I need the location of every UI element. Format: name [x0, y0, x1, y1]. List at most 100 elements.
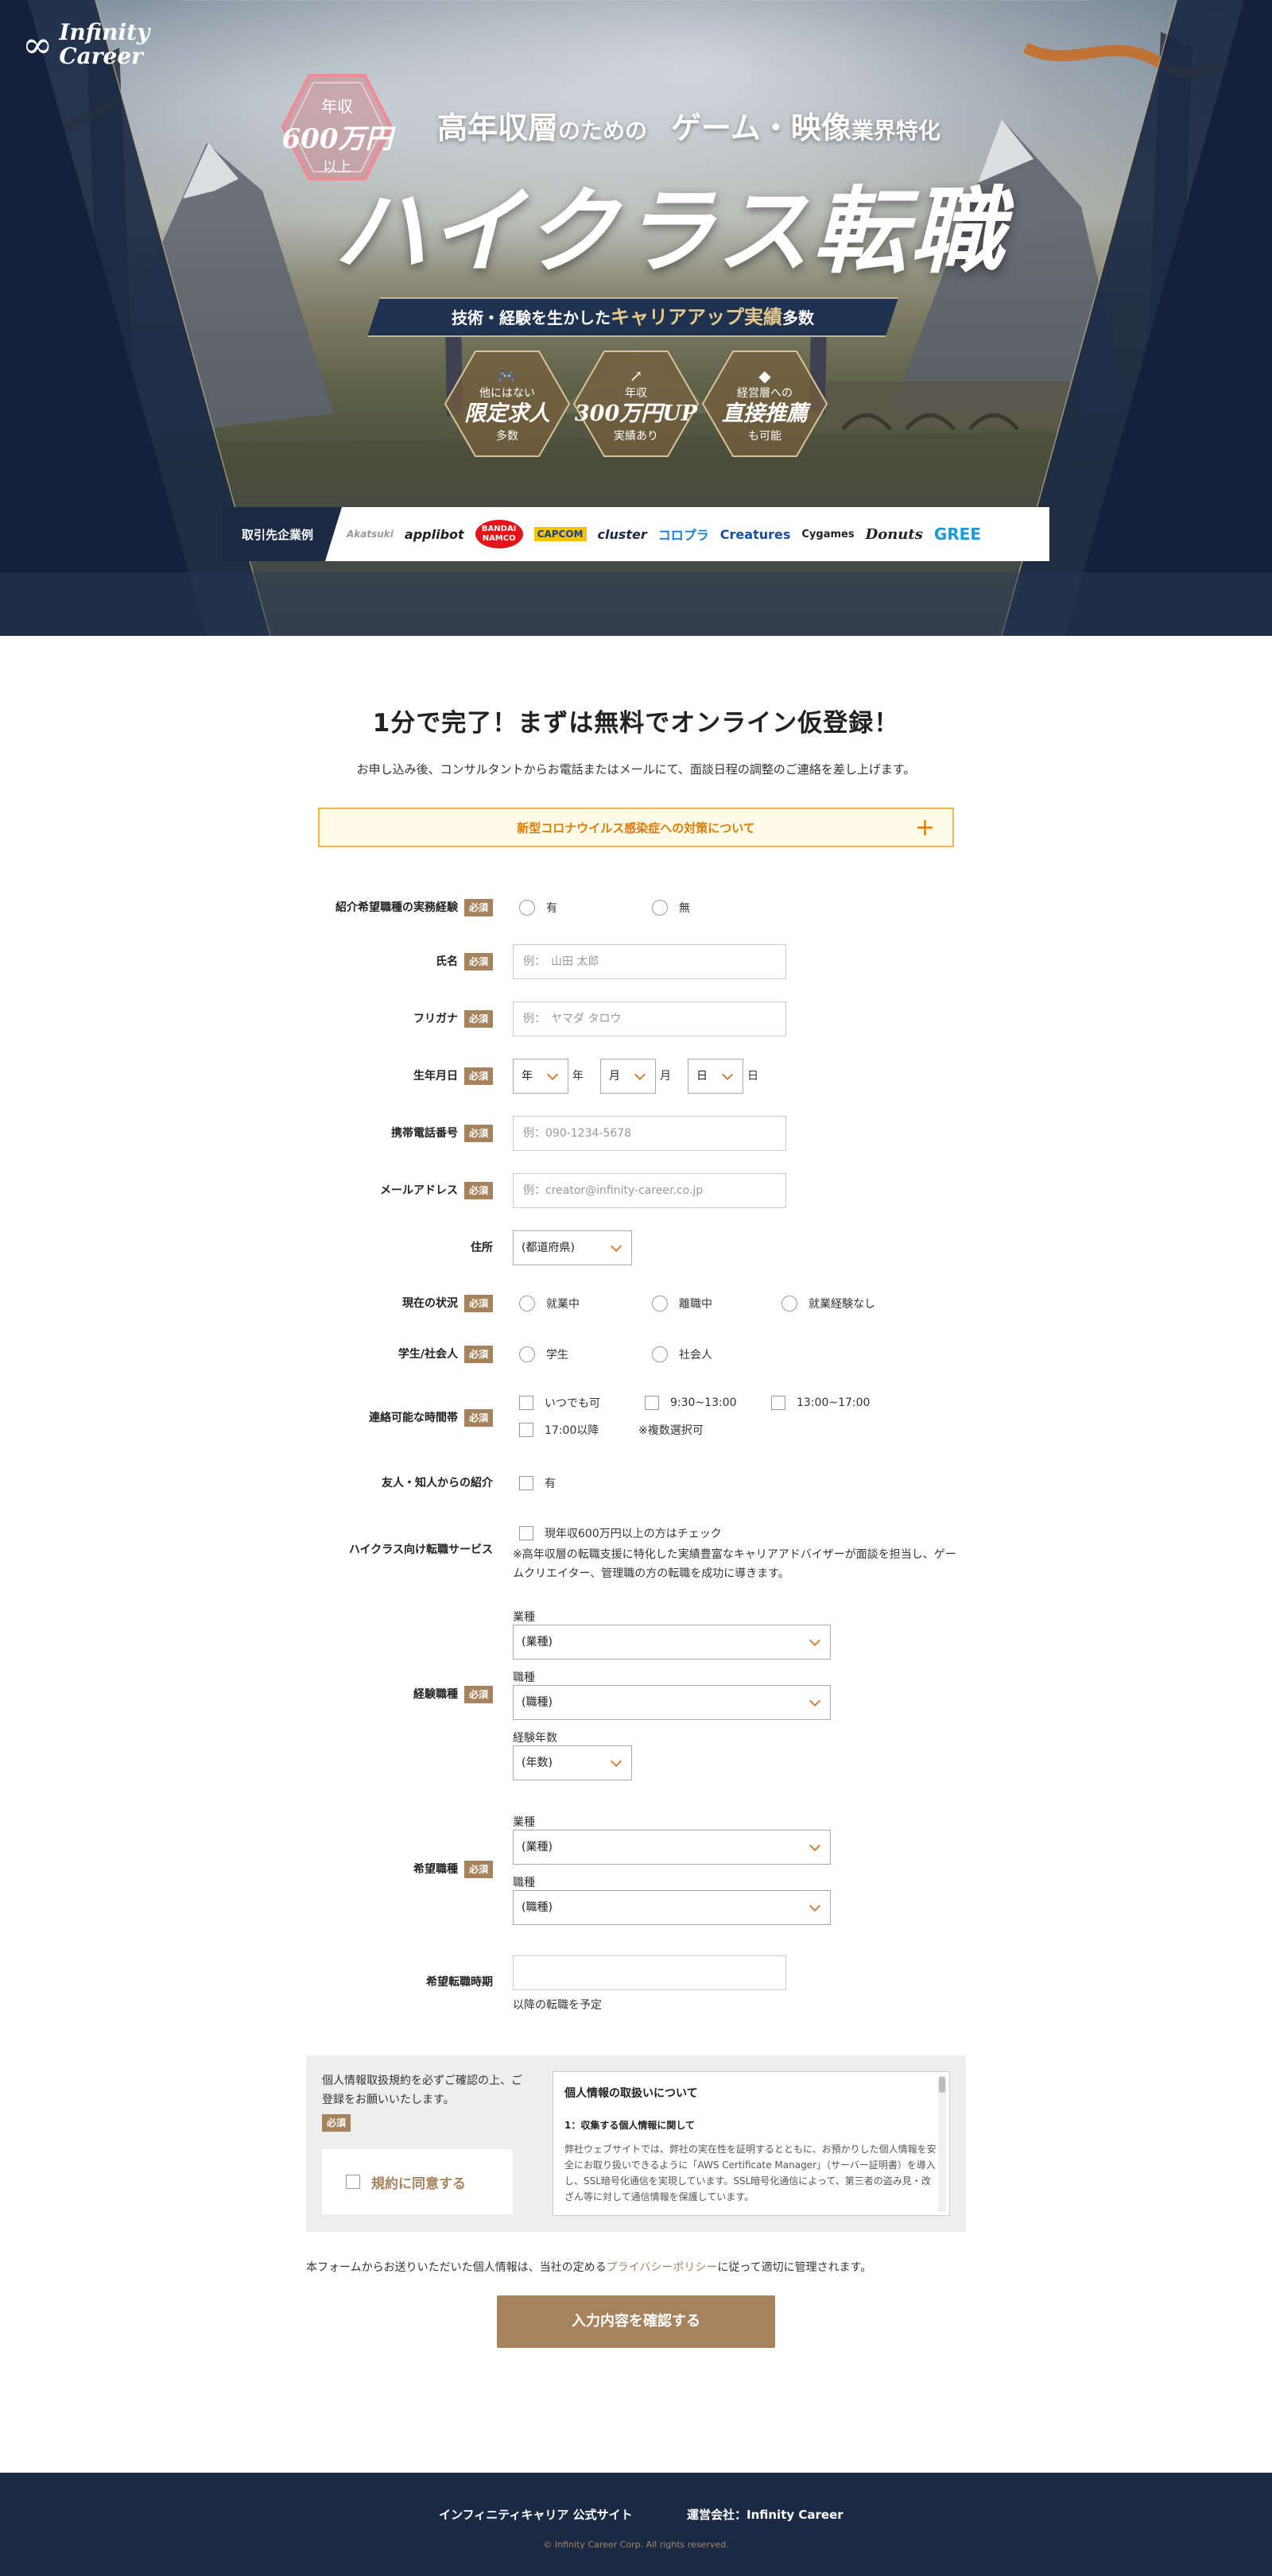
exp-no-radio[interactable]: 無 [652, 898, 690, 917]
desired-label: 希望職種 必須 [32, 1860, 493, 1879]
student-label: 学生/社会人 必須 [32, 1345, 493, 1364]
exp-industry-select[interactable]: (業種) [513, 1625, 831, 1660]
client-logo: applibot [404, 526, 464, 542]
time-afternoon-checkbox[interactable]: 13:00~17:00 [771, 1394, 870, 1412]
feature-hexagon-1: 🎮 他にはない 限定求人 多数 [444, 350, 571, 458]
exp-job-label: 職種 [513, 1671, 535, 1684]
kana-label: フリガナ 必須 [32, 1009, 493, 1028]
highclass-label: ハイクラス向け転職サービス [348, 1544, 493, 1556]
required-badge: 必須 [464, 1295, 493, 1312]
checkbox-icon [519, 1396, 533, 1410]
radio-icon [519, 900, 535, 916]
agree-checkbox[interactable]: 規約に同意する [322, 2149, 513, 2214]
highclass-checkbox[interactable]: 現年収600万円以上の方はチェック [519, 1524, 722, 1542]
feature2-small2: 実績あり [614, 430, 658, 443]
hero-headline: ハイクラス転職 [334, 176, 1007, 286]
feature2-big: 300万円UP [574, 401, 698, 426]
tagline-part2: のための [558, 118, 648, 144]
site-logo[interactable]: ∞ Infinity Career [22, 21, 149, 68]
name-input[interactable]: 例： 山田 太郎 [513, 944, 786, 979]
prefecture-select[interactable]: (都道府県) [513, 1230, 632, 1265]
registration-intro: 1分で完了！まずは無料でオンライン仮登録！ お申し込み後、コンサルタントからお電… [0, 636, 1272, 847]
client-logo: Creatures [719, 526, 791, 542]
status-unemployed-radio[interactable]: 離職中 [652, 1294, 712, 1313]
income-badge-line1: 年収 [321, 97, 353, 116]
radio-icon [781, 1296, 797, 1311]
email-input[interactable]: 例：creator@infinity-career.co.jp [513, 1173, 786, 1208]
required-badge: 必須 [464, 1067, 493, 1085]
income-badge-amount: 600万円 [281, 123, 393, 155]
radio-icon [652, 900, 668, 916]
birth-day-select[interactable]: 日 [688, 1059, 743, 1094]
time-anytime-checkbox[interactable]: いつでも可 [519, 1394, 600, 1412]
feature3-big: 直接推薦 [722, 401, 808, 426]
required-badge: 必須 [464, 1182, 493, 1199]
privacy-box-title: 個人情報の取扱いについて [564, 2087, 698, 2100]
required-badge: 必須 [464, 899, 493, 916]
footer-official-link[interactable]: インフィニティキャリア 公式サイト [439, 2506, 633, 2523]
exp-years-select[interactable]: (年数) [513, 1745, 632, 1780]
client-logo: コロプラ [657, 528, 709, 543]
privacy-note: 本フォームからお送りいただいた個人情報は、当社の定めるプライバシーポリシーに従っ… [306, 2261, 872, 2274]
client-logo: Cygames [801, 528, 855, 540]
checkbox-icon [519, 1526, 533, 1540]
kana-input[interactable]: 例： ヤマダ タロウ [513, 1001, 786, 1036]
timing-input[interactable] [513, 1955, 786, 1990]
birth-year-select[interactable]: 年 [513, 1059, 568, 1094]
birth-day-unit: 日 [747, 1070, 758, 1083]
feature1-big: 限定求人 [464, 401, 550, 426]
feature-hexagon-3: ◆ 経営層への 直接推薦 も可能 [701, 350, 828, 458]
timing-suffix: 以降の転職を予定 [513, 1999, 602, 2012]
time-evening-checkbox[interactable]: 17:00以降 [519, 1421, 599, 1439]
time-morning-checkbox[interactable]: 9:30~13:00 [645, 1394, 737, 1412]
tagline-part4: 業界特化 [851, 118, 940, 144]
plus-icon[interactable]: + [915, 814, 935, 842]
friend-checkbox[interactable]: 有 [519, 1474, 556, 1492]
privacy-box-heading: 1：収集する個人情報に関して [564, 2120, 695, 2131]
desired-industry-label: 業種 [513, 1816, 535, 1829]
privacy-policy-box[interactable]: 個人情報の取扱いについて 1：収集する個人情報に関して 弊社ウェブサイトでは、弊… [553, 2071, 950, 2216]
highclass-desc: ※高年収層の転職支援に特化した実績豊富なキャリアアドバイザーが面談を担当し、ゲー… [513, 1548, 956, 1580]
timing-label: 希望転職時期 [426, 1976, 493, 1989]
privacy-policy-link[interactable]: プライバシーポリシー [607, 2261, 718, 2274]
footer-copyright: © Infinity Career Corp. All rights reser… [543, 2539, 729, 2550]
status-employed-radio[interactable]: 就業中 [519, 1294, 580, 1313]
birth-month-select[interactable]: 月 [600, 1059, 656, 1094]
exp-job-select[interactable]: (職種) [513, 1685, 831, 1720]
student-radio[interactable]: 学生 [519, 1345, 568, 1364]
desired-job-select[interactable]: (職種) [513, 1890, 831, 1925]
client-logo-bar: 取引先企業例 Akatsuki applibot BANDAI NAMCO CA… [223, 507, 1049, 561]
feature3-small2: も可能 [748, 430, 781, 443]
covid-accordion-label: 新型コロナウイルス感染症への対策について [517, 820, 755, 835]
trend-up-icon: ↗ [629, 366, 643, 385]
required-badge: 必須 [464, 953, 493, 970]
worker-radio[interactable]: 社会人 [652, 1345, 712, 1364]
exp-label: 紹介希望職種の実務経験 必須 [32, 898, 493, 917]
registration-form: 紹介希望職種の実務経験 必須 有 無 氏名 必須 例： 山田 太郎 フリガナ 必須 例… [0, 847, 1272, 2437]
hero-ribbon-text: 技術・経験を生かしたキャリアアップ実績多数 [374, 297, 892, 337]
client-logo: cluster [597, 526, 647, 542]
friend-label: 友人・知人からの紹介 [382, 1477, 493, 1489]
required-badge: 必須 [464, 1125, 493, 1142]
experience-label: 経験職種 必須 [32, 1685, 493, 1704]
radio-icon [519, 1346, 535, 1362]
confirm-button[interactable]: 入力内容を確認する [497, 2295, 775, 2348]
checkbox-icon [519, 1476, 533, 1490]
covid-accordion[interactable]: 新型コロナウイルス感染症への対策について + [318, 808, 954, 847]
desired-job-label: 職種 [513, 1877, 535, 1889]
exp-yes-radio[interactable]: 有 [519, 898, 557, 917]
required-badge: 必須 [464, 1686, 493, 1703]
privacy-scrollbar[interactable] [938, 2075, 946, 2212]
phone-input[interactable]: 例：090-1234-5678 [513, 1116, 786, 1151]
status-noexp-radio[interactable]: 就業経験なし [781, 1294, 875, 1313]
desired-industry-select[interactable]: (業種) [513, 1830, 831, 1865]
hero-section: ∞ Infinity Career 年収 600万円 以上 高年収層のための ゲー… [0, 0, 1272, 636]
feature-hexagon-2: ↗ 年収 300万円UP 実績あり [572, 350, 700, 458]
footer-company-link[interactable]: 運営会社：Infinity Career [687, 2506, 843, 2523]
client-logo: Akatsuki [347, 529, 394, 540]
radio-icon [652, 1346, 668, 1362]
hero-tagline: 高年収層のための ゲーム・映像業界特化 [437, 103, 940, 147]
client-label: 取引先企業例 [223, 507, 342, 561]
form-title: 1分で完了！まずは無料でオンライン仮登録！ [372, 709, 900, 738]
checkbox-icon [771, 1396, 785, 1410]
